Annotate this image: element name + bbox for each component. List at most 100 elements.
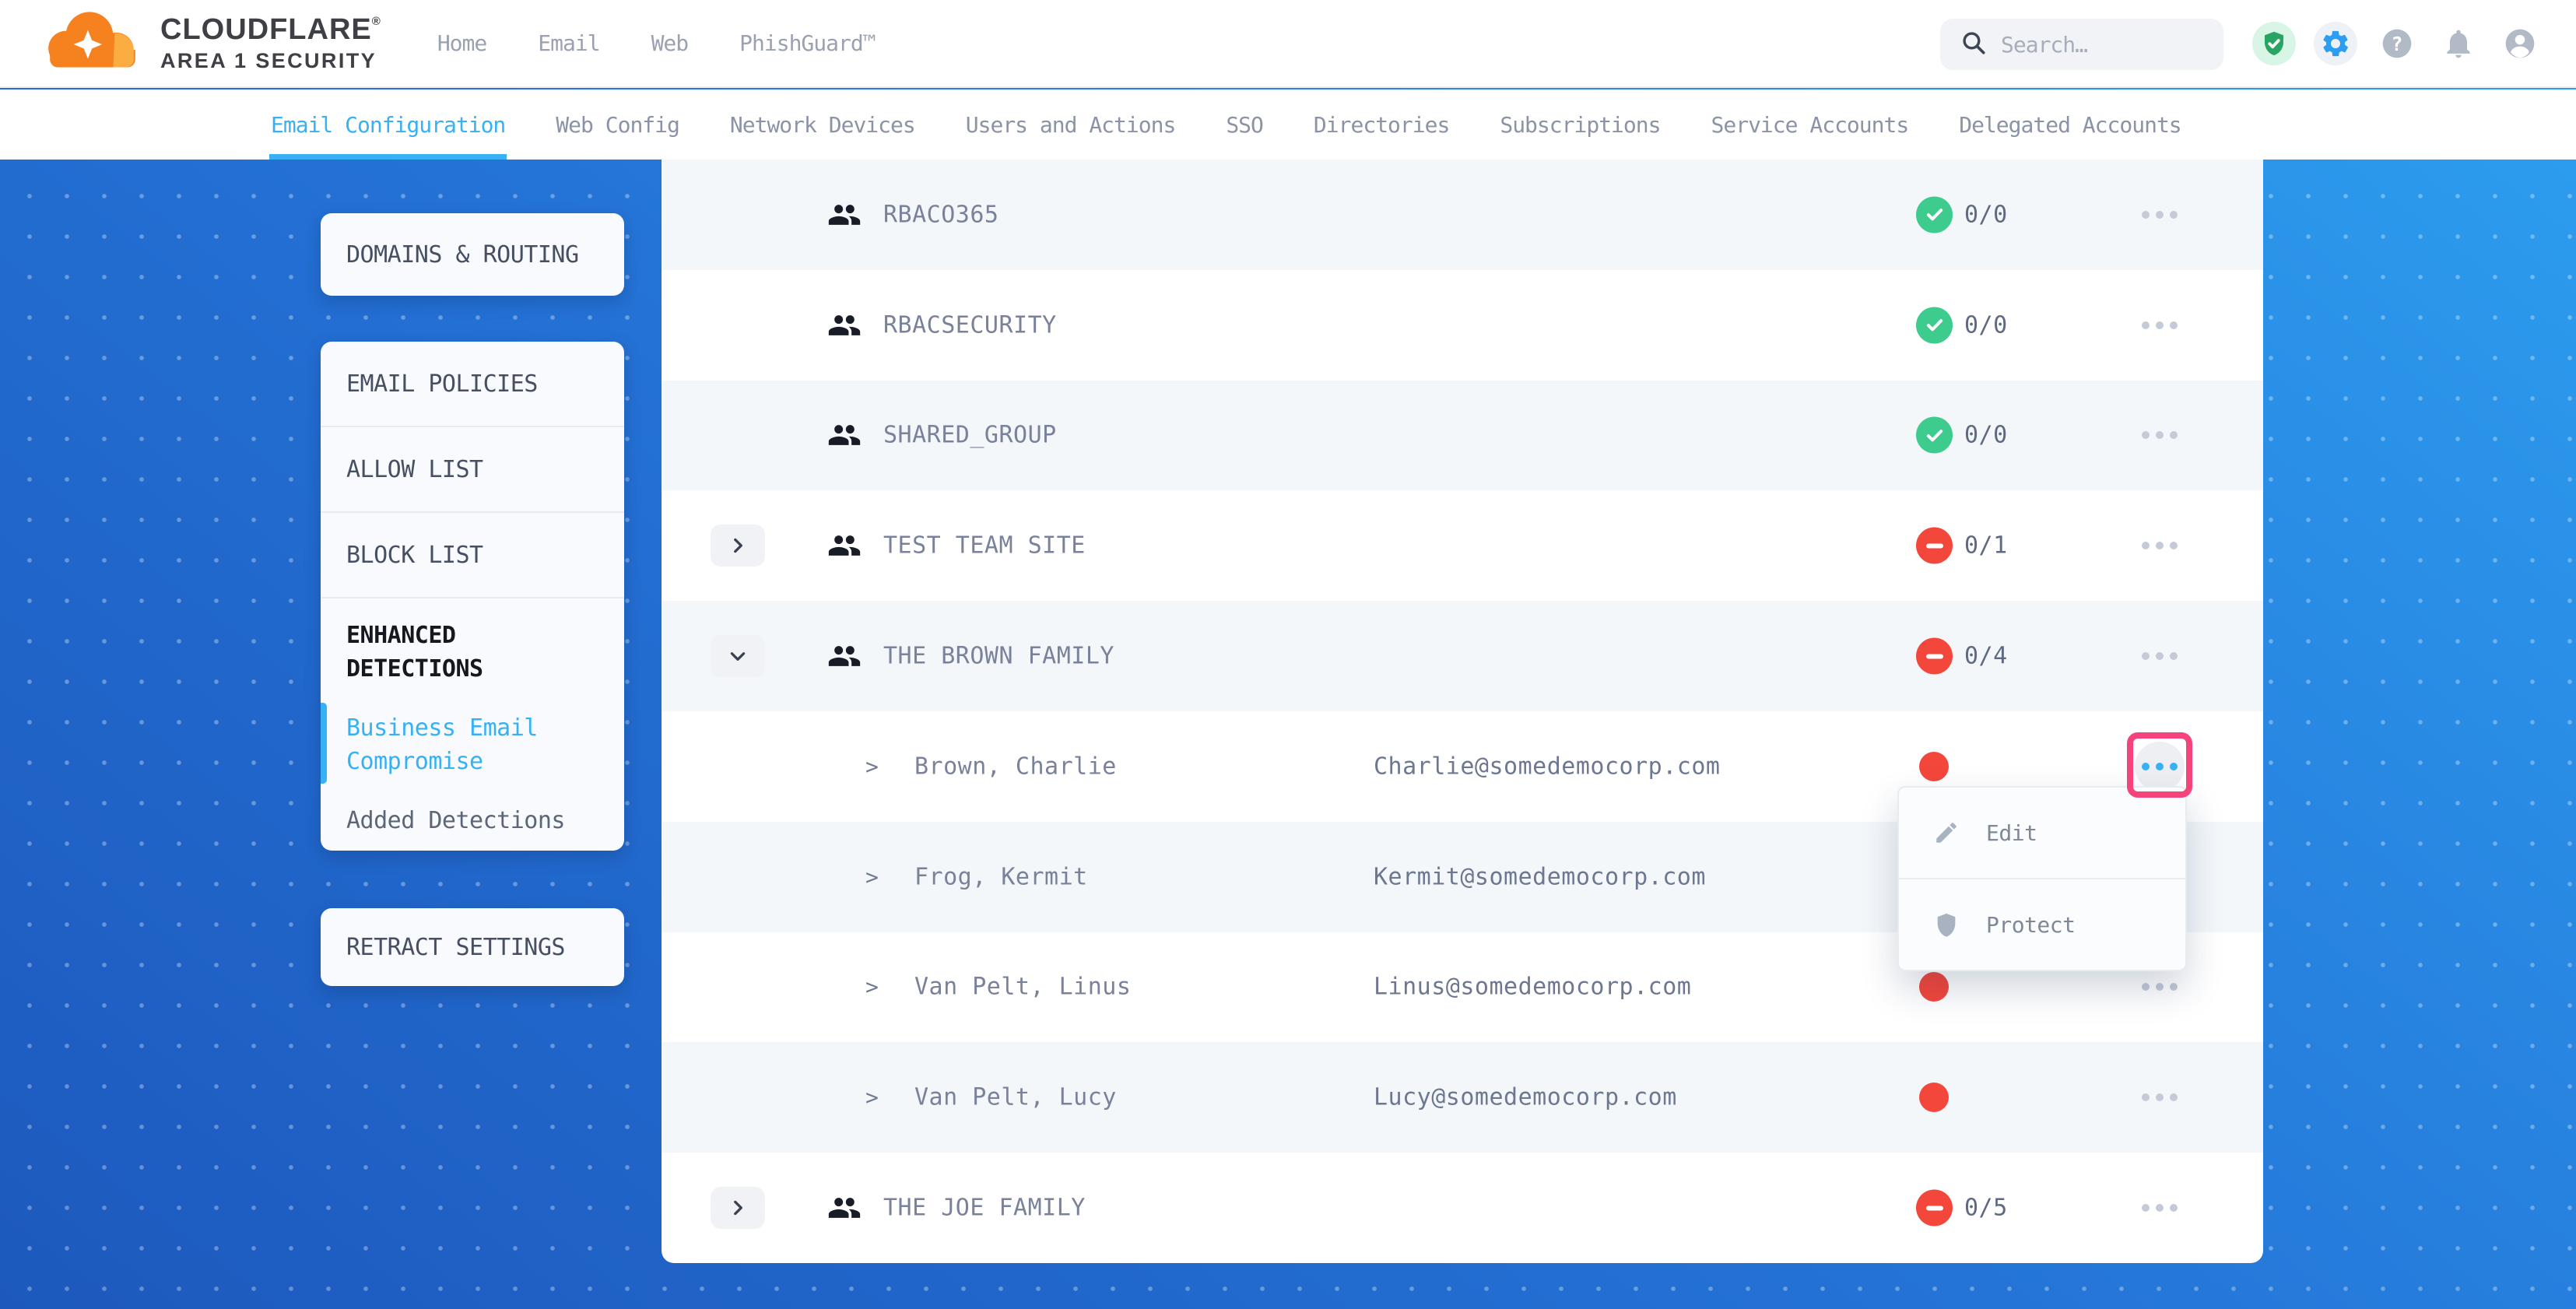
brand-trademark: ® xyxy=(372,15,381,28)
user-name: Brown, Charlie xyxy=(914,753,1117,780)
tab-label: SSO xyxy=(1226,112,1263,138)
unprotected-dot xyxy=(1919,752,1949,781)
menu-item-edit[interactable]: Edit xyxy=(1899,788,2185,878)
tab-label: Service Accounts xyxy=(1711,112,1909,138)
context-menu: Edit Protect xyxy=(1897,786,2187,971)
sidebar-item-email-policies[interactable]: EMAIL POLICIES xyxy=(321,342,624,427)
row-menu-button[interactable] xyxy=(2135,300,2185,350)
chevron-down-icon xyxy=(728,646,748,666)
sidebar-item-block-list[interactable]: BLOCK LIST xyxy=(321,513,624,598)
policy-items: EMAIL POLICIES ALLOW LISTBLOCK LIST xyxy=(321,342,624,598)
expand-button[interactable] xyxy=(711,525,765,567)
user-caret: > xyxy=(865,753,879,779)
expand-button[interactable] xyxy=(711,1187,765,1229)
tab-network-devices[interactable]: Network Devices xyxy=(730,89,915,160)
pencil-icon xyxy=(1933,819,1960,846)
minus-icon xyxy=(1926,654,1943,658)
cloudflare-logo[interactable]: CLOUDFLARE ® AREA 1 SECURITY xyxy=(40,9,381,79)
ellipsis-dot xyxy=(2170,1204,2178,1212)
tab-label: Users and Actions xyxy=(966,112,1176,138)
menu-item-protect[interactable]: Protect xyxy=(1899,878,2185,970)
row-menu-button[interactable] xyxy=(2135,410,2185,460)
row-menu-button[interactable] xyxy=(2135,631,2185,681)
tab-directories[interactable]: Directories xyxy=(1314,89,1449,160)
protected-count: 0/0 xyxy=(1964,201,2008,228)
row-menu-button[interactable] xyxy=(2135,1072,2185,1122)
chevron-right-icon xyxy=(728,535,748,556)
group-name: THE JOE FAMILY xyxy=(883,1195,1086,1222)
group-row: RBACSECURITY0/0 xyxy=(662,270,2263,381)
row-menu-button[interactable] xyxy=(2135,190,2185,240)
section-tabs: Email Configuration Web Config Network Dev… xyxy=(0,89,2576,160)
sidebar-item-business-email-compromise[interactable]: Business Email Compromise xyxy=(346,711,596,778)
group-icon xyxy=(827,418,862,452)
sidebar-item-enhanced-detections[interactable]: ENHANCED DETECTIONS xyxy=(346,619,596,686)
row-menu-button[interactable] xyxy=(2135,1183,2185,1233)
row-menu-button[interactable] xyxy=(2135,521,2185,570)
tab-delegated-accounts[interactable]: Delegated Accounts xyxy=(1959,89,2181,160)
unprotected-dot xyxy=(1919,1083,1949,1112)
nav-home[interactable]: Home xyxy=(437,30,486,56)
account-icon[interactable] xyxy=(2498,22,2542,65)
ellipsis-dot xyxy=(2170,431,2178,439)
ellipsis-dot xyxy=(2156,211,2164,219)
minus-icon xyxy=(1926,543,1943,548)
top-header: CLOUDFLARE ® AREA 1 SECURITY Home Email We… xyxy=(0,0,2576,88)
search-input[interactable] xyxy=(1999,31,2197,58)
bell-icon[interactable] xyxy=(2437,22,2480,65)
user-name: Van Pelt, Lucy xyxy=(914,1084,1117,1111)
nav-email[interactable]: Email xyxy=(538,30,599,56)
collapse-button[interactable] xyxy=(711,635,765,677)
tab-label: Email Configuration xyxy=(271,112,505,138)
user-caret: > xyxy=(865,864,879,890)
user-caret: > xyxy=(865,974,879,1000)
nav-web[interactable]: Web xyxy=(651,30,689,56)
user-email: Kermit@somedemocorp.com xyxy=(1374,863,1706,890)
tab-subscriptions[interactable]: Subscriptions xyxy=(1500,89,1660,160)
click-highlight xyxy=(2127,732,2192,798)
ellipsis-dot xyxy=(2142,1093,2150,1101)
protected-count: 0/1 xyxy=(1964,532,2008,560)
search-box[interactable] xyxy=(1940,19,2223,70)
shield-check-icon[interactable] xyxy=(2252,22,2296,65)
group-row: RBACO3650/0 xyxy=(662,160,2263,270)
group-name: THE BROWN FAMILY xyxy=(883,643,1114,670)
menu-item-label: Edit xyxy=(1986,820,2037,846)
user-caret: > xyxy=(865,1085,879,1111)
sidebar-item-retract-settings[interactable]: RETRACT SETTINGS xyxy=(321,908,624,986)
nav-phishguard[interactable]: PhishGuard™ xyxy=(739,30,875,56)
help-icon[interactable]: ? xyxy=(2375,22,2419,65)
group-icon xyxy=(827,528,862,563)
active-item-indicator xyxy=(321,703,327,784)
tab-sso[interactable]: SSO xyxy=(1226,89,1263,160)
tab-label: Directories xyxy=(1314,112,1449,138)
group-name: TEST TEAM SITE xyxy=(883,532,1086,560)
ellipsis-dot xyxy=(2156,321,2164,329)
group-row: THE JOE FAMILY 0/5 xyxy=(662,1153,2263,1263)
protected-count: 0/5 xyxy=(1964,1195,2008,1222)
topbar-icons: ? xyxy=(2252,22,2542,65)
tab-label: Subscriptions xyxy=(1500,112,1660,138)
shield-icon xyxy=(1933,911,1960,938)
ellipsis-dot xyxy=(2170,983,2178,991)
tab-users-and-actions[interactable]: Users and Actions xyxy=(966,89,1176,160)
svg-text:?: ? xyxy=(2392,33,2403,55)
ellipsis-dot xyxy=(2142,321,2150,329)
sidebar-item-domains-routing[interactable]: DOMAINS & ROUTING xyxy=(321,213,624,296)
tab-service-accounts[interactable]: Service Accounts xyxy=(1711,89,1909,160)
sidebar-item-label: EMAIL POLICIES xyxy=(346,370,538,398)
group-row: SHARED_GROUP0/0 xyxy=(662,381,2263,491)
sidebar-item-added-detections[interactable]: Added Detections xyxy=(346,804,596,837)
ellipsis-dot xyxy=(2170,652,2178,660)
tab-web-config[interactable]: Web Config xyxy=(556,89,679,160)
tab-email-configuration[interactable]: Email Configuration xyxy=(271,89,505,160)
sidebar-item-allow-list[interactable]: ALLOW LIST xyxy=(321,427,624,513)
sidebar-item-label: RETRACT SETTINGS xyxy=(346,934,565,961)
ellipsis-dot xyxy=(2142,983,2150,991)
ellipsis-dot xyxy=(2170,1093,2178,1101)
gear-icon[interactable] xyxy=(2314,22,2357,65)
group-row: TEST TEAM SITE 0/1 xyxy=(662,490,2263,601)
tab-label: Web Config xyxy=(556,112,679,138)
ellipsis-dot xyxy=(2142,431,2150,439)
group-icon xyxy=(827,639,862,673)
